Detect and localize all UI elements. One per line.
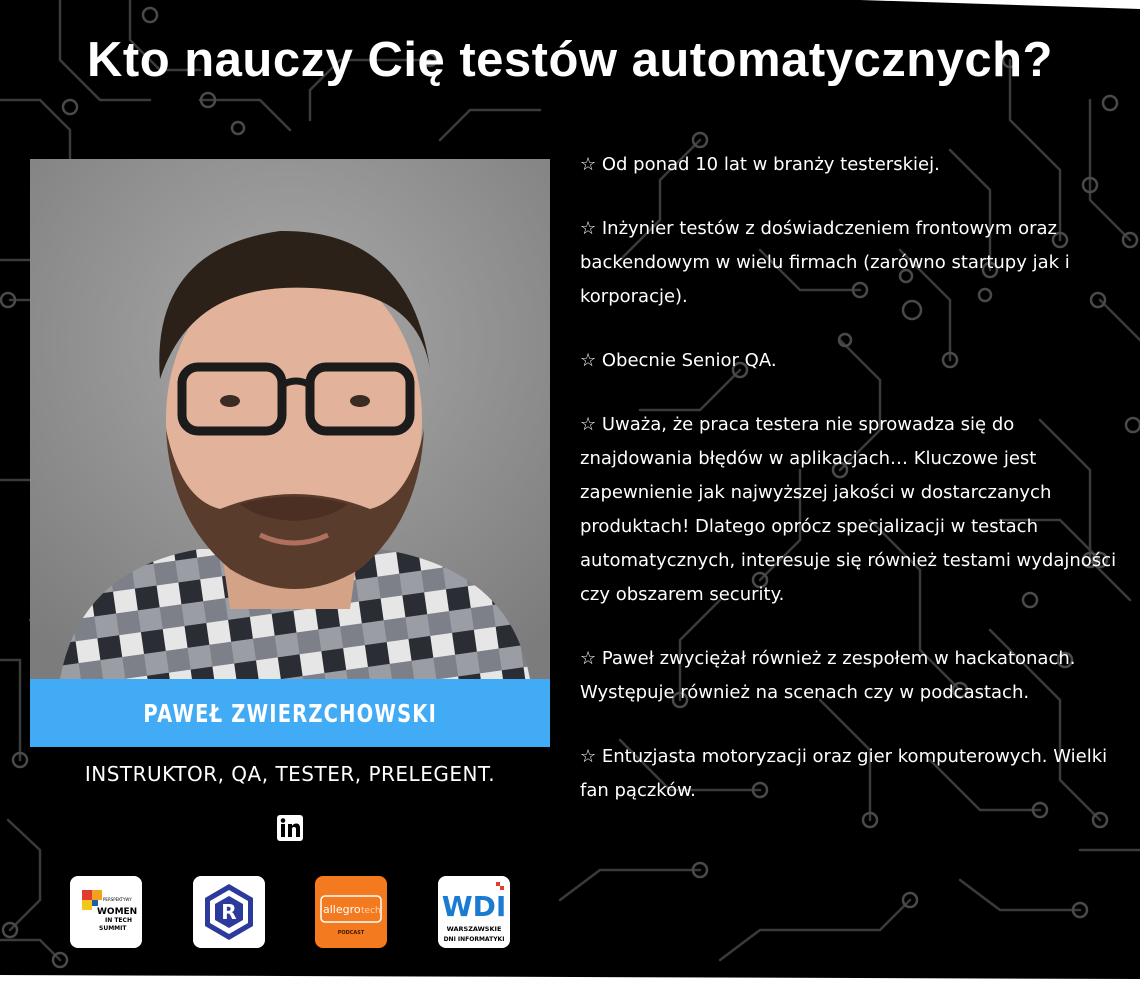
bio-item: ☆ Od ponad 10 lat w branży testerskiej. [580, 154, 940, 175]
svg-text:PERSPEKTYWY: PERSPEKTYWY [103, 897, 132, 902]
partner-logos: PERSPEKTYWY WOMEN IN TECH SUMMIT R alleg… [70, 876, 510, 948]
bio-item: ☆ Entuzjasta motoryzacji oraz gier kompu… [580, 746, 1108, 801]
svg-text:PODCAST: PODCAST [338, 930, 365, 936]
linkedin-icon[interactable] [277, 815, 303, 841]
name-banner: PAWEŁ ZWIERZCHOWSKI [30, 679, 550, 747]
women-in-tech-logo: PERSPEKTYWY WOMEN IN TECH SUMMIT [70, 876, 142, 948]
r-logo: R [193, 876, 265, 948]
svg-text:WARSZAWSKIE: WARSZAWSKIE [447, 925, 502, 933]
page-title: Kto nauczy Cię testów automatycznych? [86, 33, 1053, 87]
svg-text:allegro: allegro [323, 903, 361, 916]
svg-text:DNI INFORMATYKI: DNI INFORMATYKI [444, 936, 505, 943]
wdi-logo: WDI WARSZAWSKIE DNI INFORMATYKI [438, 876, 510, 948]
bottom-edge-decoration [0, 975, 1140, 987]
instructor-bio: ☆ Od ponad 10 lat w branży testerskiej. … [580, 148, 1120, 838]
instructor-role: INSTRUKTOR, QA, TESTER, PRELEGENT. [84, 762, 496, 786]
bio-item: ☆ Paweł zwyciężał również z zespołem w h… [580, 648, 1076, 703]
bio-item: ☆ Uważa, że praca testera nie sprowadza … [580, 414, 1117, 605]
top-edge-decoration [860, 0, 1140, 9]
bio-item: ☆ Inżynier testów z doświadczeniem front… [580, 218, 1070, 307]
svg-text:WOMEN: WOMEN [97, 907, 137, 917]
allegro-tech-podcast-logo: allegro tech PODCAST [315, 876, 387, 948]
svg-text:SUMMIT: SUMMIT [99, 925, 127, 932]
svg-text:IN TECH: IN TECH [105, 917, 132, 924]
instructor-name: PAWEŁ ZWIERZCHOWSKI [143, 698, 437, 728]
svg-text:tech: tech [361, 906, 381, 916]
instructor-photo [30, 159, 550, 679]
svg-text:WDI: WDI [442, 890, 507, 923]
bio-item: ☆ Obecnie Senior QA. [580, 350, 777, 371]
svg-text:R: R [221, 900, 236, 924]
